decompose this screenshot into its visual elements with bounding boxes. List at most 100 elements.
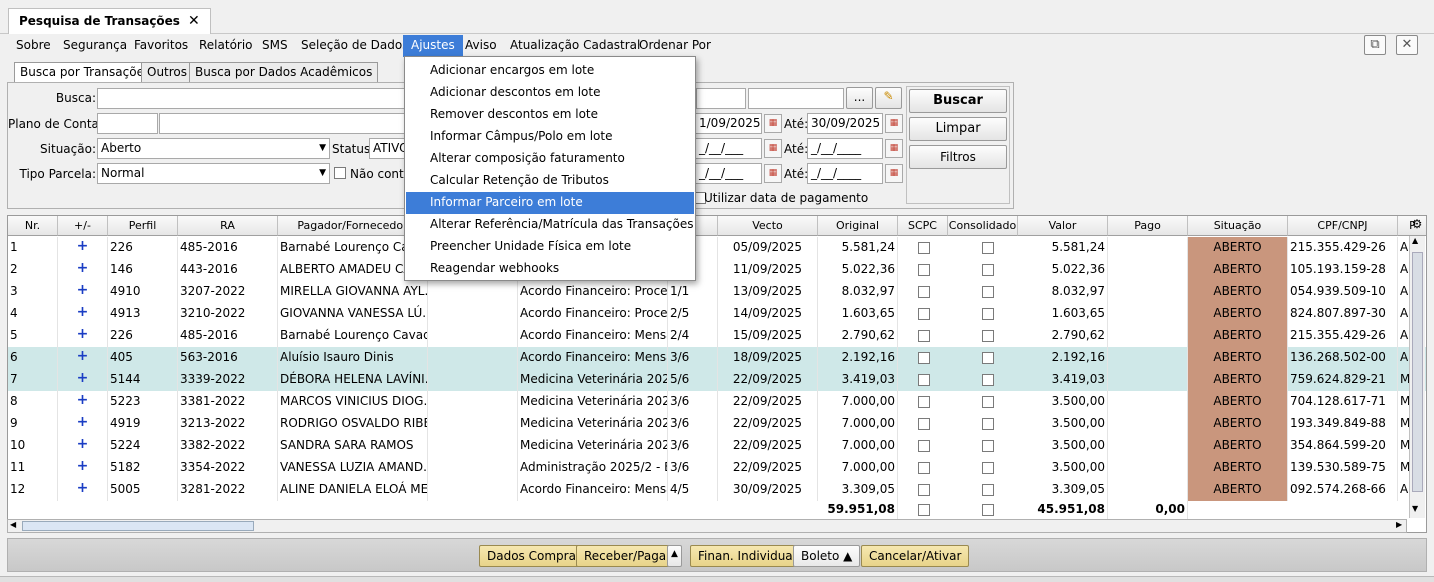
- consolidado-checkbox[interactable]: [982, 440, 994, 452]
- expand-plus-icon[interactable]: +: [58, 479, 108, 501]
- scpc-checkbox[interactable]: [918, 418, 930, 430]
- receber-menu-arrow-icon[interactable]: ▲: [667, 545, 682, 567]
- scpc-checkbox[interactable]: [918, 440, 930, 452]
- document-tab[interactable]: Pesquisa de Transações ✕: [8, 8, 211, 34]
- col-ra-header[interactable]: RA: [178, 216, 278, 236]
- menu-ajustes[interactable]: Ajustes: [403, 35, 463, 57]
- calendar-icon[interactable]: ▦: [885, 114, 903, 133]
- consolidado-checkbox[interactable]: [982, 396, 994, 408]
- expand-plus-icon[interactable]: +: [58, 391, 108, 413]
- ajustes-menu-item[interactable]: Calcular Retenção de Tributos: [406, 170, 694, 192]
- expand-plus-icon[interactable]: +: [58, 435, 108, 457]
- buscar-button[interactable]: Buscar: [909, 89, 1007, 113]
- ajustes-menu-item[interactable]: Adicionar descontos em lote: [406, 82, 694, 104]
- table-row[interactable]: 5 +226 485-2016 Barnabé Lourenço Cavadas Aco…: [8, 325, 1426, 347]
- menu-atualizacao-cadastral[interactable]: Atualização Cadastral: [502, 35, 648, 57]
- consolidado-checkbox[interactable]: [982, 330, 994, 342]
- calendar-icon[interactable]: ▦: [885, 164, 903, 183]
- scpc-checkbox[interactable]: [918, 396, 930, 408]
- col-cpf-cnpj-header[interactable]: CPF/CNPJ: [1288, 216, 1398, 236]
- date2-from-input[interactable]: _/__/___: [696, 138, 762, 159]
- table-row[interactable]: 4 +4913 3210-2022 GIOVANNA VANESSA LÚ... Aco…: [8, 303, 1426, 325]
- table-row[interactable]: 6 +405 563-2016 Aluísio Isauro Dinis Acordo …: [8, 347, 1426, 369]
- scpc-checkbox[interactable]: [918, 286, 930, 298]
- expand-plus-icon[interactable]: +: [58, 325, 108, 347]
- menu-favoritos[interactable]: Favoritos: [126, 35, 196, 57]
- expand-plus-icon[interactable]: +: [58, 303, 108, 325]
- scpc-checkbox[interactable]: [918, 374, 930, 386]
- menu-aviso[interactable]: Aviso: [457, 35, 505, 57]
- date1-to-input[interactable]: 30/09/2025: [807, 113, 883, 134]
- table-row[interactable]: 3 +4910 3207-2022 MIRELLA GIOVANNA AYL... Ac…: [8, 281, 1426, 303]
- consolidado-checkbox[interactable]: [982, 308, 994, 320]
- ajustes-menu-item[interactable]: Alterar Referência/Matrícula das Transaç…: [406, 214, 694, 236]
- menu-selecao-dados[interactable]: Seleção de Dados: [293, 35, 416, 57]
- field-a-input[interactable]: [696, 88, 746, 109]
- plano-name-input[interactable]: [159, 113, 407, 134]
- date3-from-input[interactable]: _/__/___: [696, 163, 762, 184]
- finan-individual-button[interactable]: Finan. Individual: [690, 545, 804, 567]
- dados-compra-button[interactable]: Dados Compra: [479, 545, 584, 567]
- col-valor-header[interactable]: Valor: [1018, 216, 1108, 236]
- vertical-scrollbar[interactable]: ▲ ▼: [1409, 236, 1425, 518]
- expand-plus-icon[interactable]: +: [58, 369, 108, 391]
- consolidado-checkbox[interactable]: [982, 462, 994, 474]
- busca-input[interactable]: [97, 88, 407, 109]
- col-plus-minus-header[interactable]: +/-: [58, 216, 108, 236]
- total-consolidado-checkbox[interactable]: [982, 504, 994, 516]
- horizontal-scroll-thumb[interactable]: [22, 521, 254, 531]
- total-scpc-checkbox[interactable]: [918, 504, 930, 516]
- close-window-icon[interactable]: ✕: [1396, 35, 1418, 55]
- scpc-checkbox[interactable]: [918, 484, 930, 496]
- scroll-left-icon[interactable]: ◀: [10, 520, 16, 529]
- popout-icon[interactable]: ⧉: [1364, 35, 1386, 55]
- menu-ordenar-por[interactable]: Ordenar Por: [631, 35, 719, 57]
- close-tab-icon[interactable]: ✕: [188, 13, 200, 29]
- ajustes-menu-item[interactable]: Reagendar webhooks: [406, 258, 694, 280]
- scroll-down-icon[interactable]: ▼: [1412, 504, 1418, 513]
- menu-relatorio[interactable]: Relatório: [191, 35, 261, 57]
- consolidado-checkbox[interactable]: [982, 484, 994, 496]
- consolidado-checkbox[interactable]: [982, 242, 994, 254]
- col-pago-header[interactable]: Pago: [1108, 216, 1188, 236]
- table-row[interactable]: 11 +5182 3354-2022 VANESSA LUZIA AMAND... Ad…: [8, 457, 1426, 479]
- scpc-checkbox[interactable]: [918, 242, 930, 254]
- calendar-icon[interactable]: ▦: [885, 139, 903, 158]
- ajustes-menu-item[interactable]: Remover descontos em lote: [406, 104, 694, 126]
- expand-plus-icon[interactable]: +: [58, 237, 108, 259]
- cancelar-ativar-button[interactable]: Cancelar/Ativar: [861, 545, 970, 567]
- ajustes-menu-item[interactable]: Preencher Unidade Física em lote: [406, 236, 694, 258]
- scroll-right-icon[interactable]: ▶: [1396, 520, 1402, 529]
- limpar-button[interactable]: Limpar: [909, 117, 1007, 141]
- expand-plus-icon[interactable]: +: [58, 281, 108, 303]
- plano-code-input[interactable]: [97, 113, 158, 134]
- boleto-button[interactable]: Boleto ▲: [793, 545, 861, 567]
- menu-sobre[interactable]: Sobre: [8, 35, 59, 57]
- expand-plus-icon[interactable]: +: [58, 457, 108, 479]
- consolidado-checkbox[interactable]: [982, 418, 994, 430]
- gear-icon[interactable]: ⚙: [1409, 217, 1425, 235]
- date1-from-input[interactable]: 1/09/2025: [696, 113, 762, 134]
- ajustes-menu-item[interactable]: Alterar composição faturamento: [406, 148, 694, 170]
- col-vecto-header[interactable]: Vecto: [718, 216, 818, 236]
- ajustes-menu-item[interactable]: Informar Câmpus/Polo em lote: [406, 126, 694, 148]
- filtros-button[interactable]: Filtros: [909, 145, 1007, 169]
- table-row[interactable]: 2 +146 443-2016 ALBERTO AMADEU CAM 11/09/202…: [8, 259, 1426, 281]
- consolidado-checkbox[interactable]: [982, 352, 994, 364]
- edit-pencil-icon[interactable]: ✎: [875, 87, 902, 109]
- scpc-checkbox[interactable]: [918, 308, 930, 320]
- col-original-header[interactable]: Original: [818, 216, 898, 236]
- table-row[interactable]: 10 +5224 3382-2022 SANDRA SARA RAMOS Medicin…: [8, 435, 1426, 457]
- ajustes-menu-item[interactable]: Informar Parceiro em lote: [406, 192, 694, 214]
- table-row[interactable]: 7 +5144 3339-2022 DÉBORA HELENA LAVÍNI... Me…: [8, 369, 1426, 391]
- calendar-icon[interactable]: ▦: [764, 114, 782, 133]
- col-situacao-header[interactable]: Situação: [1188, 216, 1288, 236]
- menu-seguranca[interactable]: Segurança: [55, 35, 135, 57]
- tipo-parcela-select[interactable]: Normal ▼: [97, 163, 330, 184]
- calendar-icon[interactable]: ▦: [764, 139, 782, 158]
- scroll-up-icon[interactable]: ▲: [1412, 236, 1418, 245]
- ellipsis-button[interactable]: ...: [846, 87, 873, 109]
- table-row[interactable]: 9+49193213-2022RODRIGO OSVALDO RIBEI... M…: [8, 413, 1426, 435]
- expand-plus-icon[interactable]: +: [58, 259, 108, 281]
- horizontal-scrollbar[interactable]: ◀ ▶: [7, 519, 1407, 533]
